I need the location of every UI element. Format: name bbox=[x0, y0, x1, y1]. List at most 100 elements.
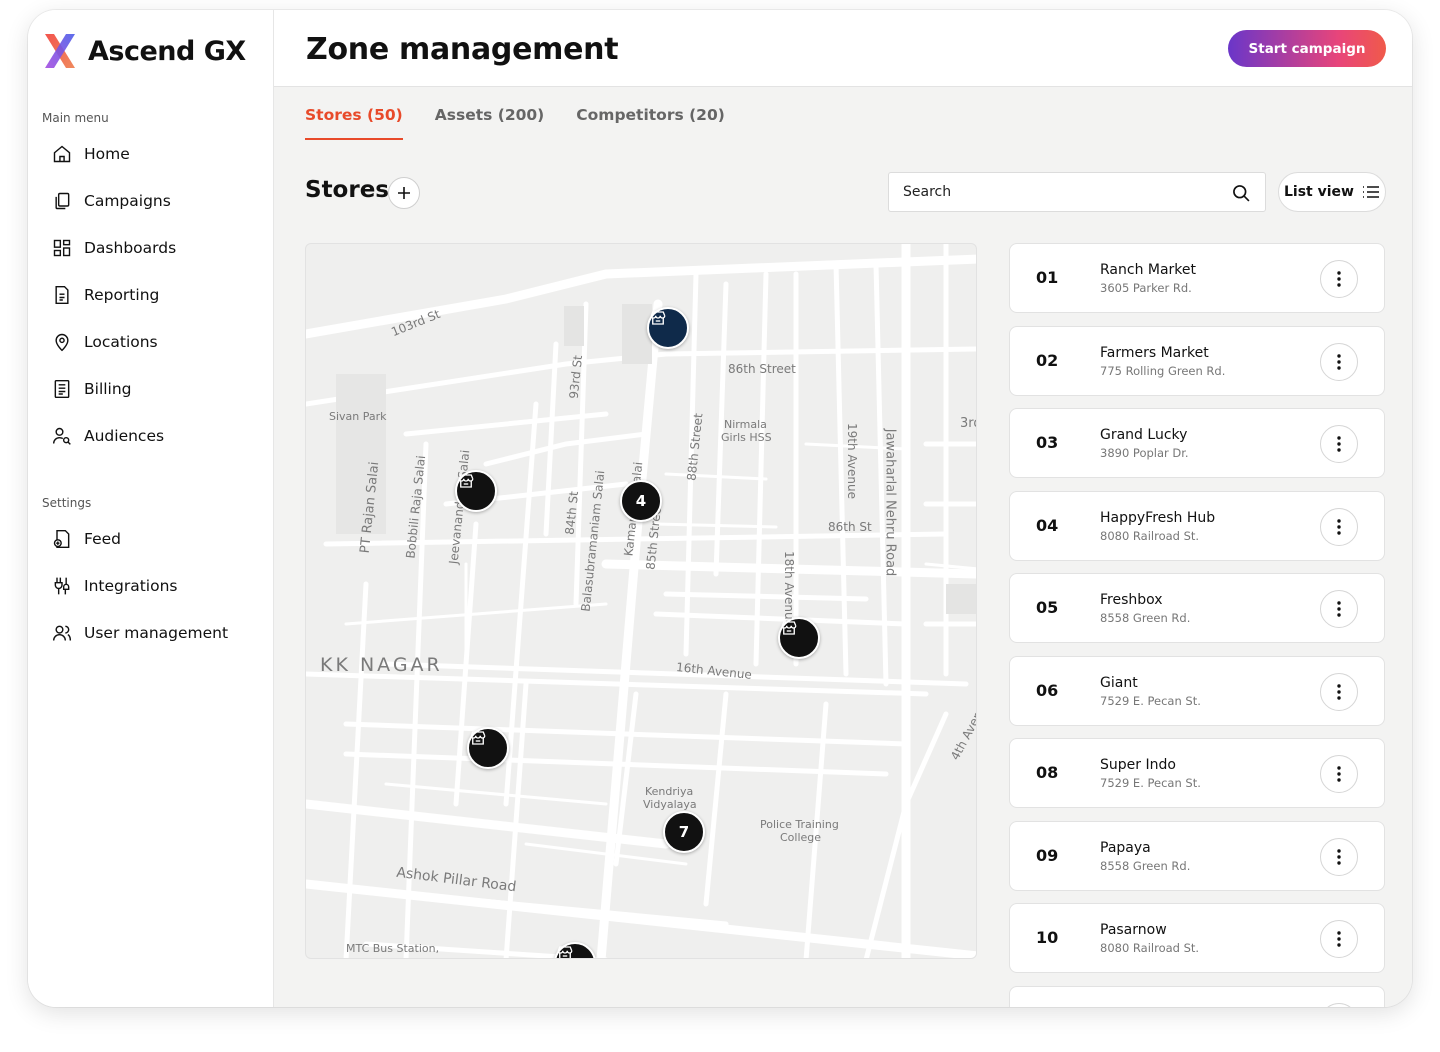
search-box bbox=[888, 172, 1266, 212]
store-address: 8080 Railroad St. bbox=[1100, 528, 1200, 543]
more-options-button[interactable] bbox=[1320, 920, 1358, 958]
sidebar-item-label: Home bbox=[84, 144, 130, 163]
map-label-86th-street: 86th Street bbox=[728, 362, 796, 376]
sidebar-item-billing[interactable]: Billing bbox=[52, 365, 262, 412]
tab-assets[interactable]: Assets (200) bbox=[435, 106, 545, 140]
list-icon bbox=[1362, 186, 1379, 198]
more-options-button[interactable] bbox=[1320, 260, 1358, 298]
store-card[interactable]: 02 Farmers Market 775 Rolling Green Rd. bbox=[1009, 325, 1385, 396]
store-number: 10 bbox=[1036, 928, 1059, 947]
sidebar-item-dashboards[interactable]: Dashboards bbox=[52, 224, 262, 271]
tab-stores[interactable]: Stores (50) bbox=[305, 106, 403, 140]
sidebar-item-reporting[interactable]: Reporting bbox=[52, 271, 262, 318]
store-card[interactable]: 08 Super Indo 7529 E. Pecan St. bbox=[1009, 738, 1385, 808]
more-vertical-icon bbox=[1337, 766, 1341, 782]
plus-icon bbox=[398, 187, 410, 199]
map-pin-store[interactable] bbox=[455, 470, 497, 512]
sidebar-item-integrations[interactable]: Integrations bbox=[52, 562, 262, 609]
map-pin-cluster[interactable]: 7 bbox=[663, 811, 705, 853]
map-label-3rd: 3rd bbox=[960, 416, 976, 431]
list-view-toggle[interactable]: List view bbox=[1278, 172, 1386, 212]
map-label-jln-road: Jawaharlal Nehru Road bbox=[882, 428, 898, 577]
sidebar-item-label: Audiences bbox=[84, 426, 165, 445]
store-icon bbox=[557, 946, 573, 958]
map-label-girls-hss: Girls HSS bbox=[721, 431, 772, 444]
tab-competitors[interactable]: Competitors (20) bbox=[576, 106, 725, 140]
dashboard-icon bbox=[53, 239, 71, 256]
store-icon bbox=[470, 731, 486, 745]
sidebar-item-label: Integrations bbox=[84, 576, 178, 595]
map-pin-store[interactable] bbox=[647, 307, 689, 349]
sidebar-item-label: Dashboards bbox=[84, 238, 177, 257]
search-input[interactable] bbox=[903, 173, 1223, 211]
store-card[interactable]: 10 Pasarnow 8080 Railroad St. bbox=[1009, 903, 1385, 973]
store-address: 8080 Railroad St. bbox=[1100, 941, 1200, 955]
store-address: 7529 E. Pecan St. bbox=[1100, 776, 1201, 790]
store-name: Giant bbox=[1100, 674, 1138, 691]
start-campaign-button[interactable]: Start campaign bbox=[1228, 30, 1386, 67]
home-icon bbox=[53, 145, 71, 162]
store-card[interactable]: 05 Freshbox 8558 Green Rd. bbox=[1009, 573, 1385, 643]
store-card[interactable]: 09 Papaya 8558 Green Rd. bbox=[1009, 820, 1385, 891]
page-title: Zone management bbox=[306, 32, 619, 67]
add-store-button[interactable] bbox=[388, 177, 420, 209]
store-name: Super Indo bbox=[1100, 757, 1176, 773]
map-pin-cluster[interactable]: 4 bbox=[620, 480, 662, 522]
sidebar-item-locations[interactable]: Locations bbox=[52, 318, 262, 365]
users-icon bbox=[52, 625, 72, 641]
more-options-button[interactable] bbox=[1320, 1002, 1358, 1007]
store-name: Papaya bbox=[1100, 839, 1151, 856]
more-options-button[interactable] bbox=[1320, 672, 1358, 711]
sidebar-item-audiences[interactable]: Audiences bbox=[52, 412, 262, 459]
sidebar-item-label: Reporting bbox=[84, 285, 160, 304]
store-address: 8558 Green Rd. bbox=[1100, 858, 1191, 873]
sidebar-item-label: Campaigns bbox=[84, 191, 171, 210]
ascend-logo-icon bbox=[45, 34, 75, 68]
store-number: 06 bbox=[1036, 680, 1059, 700]
map-pin-store[interactable] bbox=[778, 617, 820, 659]
map-pin-store[interactable] bbox=[467, 727, 509, 769]
more-options-button[interactable] bbox=[1320, 507, 1358, 546]
store-icon bbox=[781, 621, 797, 635]
more-vertical-icon bbox=[1337, 436, 1341, 452]
store-card[interactable]: 06 Giant 7529 E. Pecan St. bbox=[1009, 655, 1385, 726]
sidebar-item-feed[interactable]: Feed bbox=[52, 515, 262, 562]
map-streets bbox=[306, 244, 976, 958]
brand-logo[interactable]: Ascend GX bbox=[42, 32, 246, 70]
more-options-button[interactable] bbox=[1320, 425, 1358, 463]
more-vertical-icon bbox=[1337, 931, 1341, 947]
sidebar-item-campaigns[interactable]: Campaigns bbox=[52, 177, 262, 224]
store-name: Grand Lucky bbox=[1100, 427, 1188, 443]
more-vertical-icon bbox=[1337, 353, 1341, 370]
store-address: 7529 E. Pecan St. bbox=[1100, 693, 1201, 708]
store-icon bbox=[458, 474, 474, 488]
sidebar-item-label: Feed bbox=[84, 529, 121, 548]
store-card[interactable] bbox=[1009, 985, 1385, 1007]
store-number: 05 bbox=[1036, 598, 1059, 617]
more-options-button[interactable] bbox=[1320, 837, 1358, 876]
search-icon[interactable] bbox=[1231, 183, 1251, 203]
sidebar-item-user-management[interactable]: User management bbox=[52, 609, 262, 656]
sidebar-item-label: User management bbox=[84, 623, 229, 642]
tab-bar: Stores (50) Assets (200) Competitors (20… bbox=[305, 106, 725, 140]
sidebar-item-label: Billing bbox=[84, 379, 132, 398]
store-map[interactable]: 103rd St 86th Street 93rd St Sivan Park … bbox=[305, 243, 977, 959]
more-options-button[interactable] bbox=[1320, 590, 1358, 628]
store-icon bbox=[650, 311, 666, 325]
feed-icon bbox=[53, 529, 70, 548]
more-options-button[interactable] bbox=[1320, 755, 1358, 793]
store-card[interactable]: 03 Grand Lucky 3890 Poplar Dr. bbox=[1009, 408, 1385, 478]
more-options-button[interactable] bbox=[1320, 342, 1358, 381]
map-label-police-training: Police Training bbox=[760, 818, 839, 831]
map-label-mtc: MTC Bus Station, bbox=[346, 942, 440, 955]
settings-nav: Feed Integrations User management bbox=[52, 515, 262, 656]
main-content: Zone management Start campaign Stores (5… bbox=[274, 10, 1412, 1007]
section-title: Stores bbox=[305, 177, 389, 203]
sidebar-item-home[interactable]: Home bbox=[52, 130, 262, 177]
store-card[interactable]: 04 HappyFresh Hub 8080 Railroad St. bbox=[1009, 490, 1385, 561]
more-vertical-icon bbox=[1337, 518, 1341, 535]
store-number: 08 bbox=[1036, 763, 1059, 782]
store-card[interactable]: 01 Ranch Market 3605 Parker Rd. bbox=[1009, 243, 1385, 313]
sidebar-item-label: Locations bbox=[84, 332, 158, 351]
store-address: 3890 Poplar Dr. bbox=[1100, 446, 1189, 460]
